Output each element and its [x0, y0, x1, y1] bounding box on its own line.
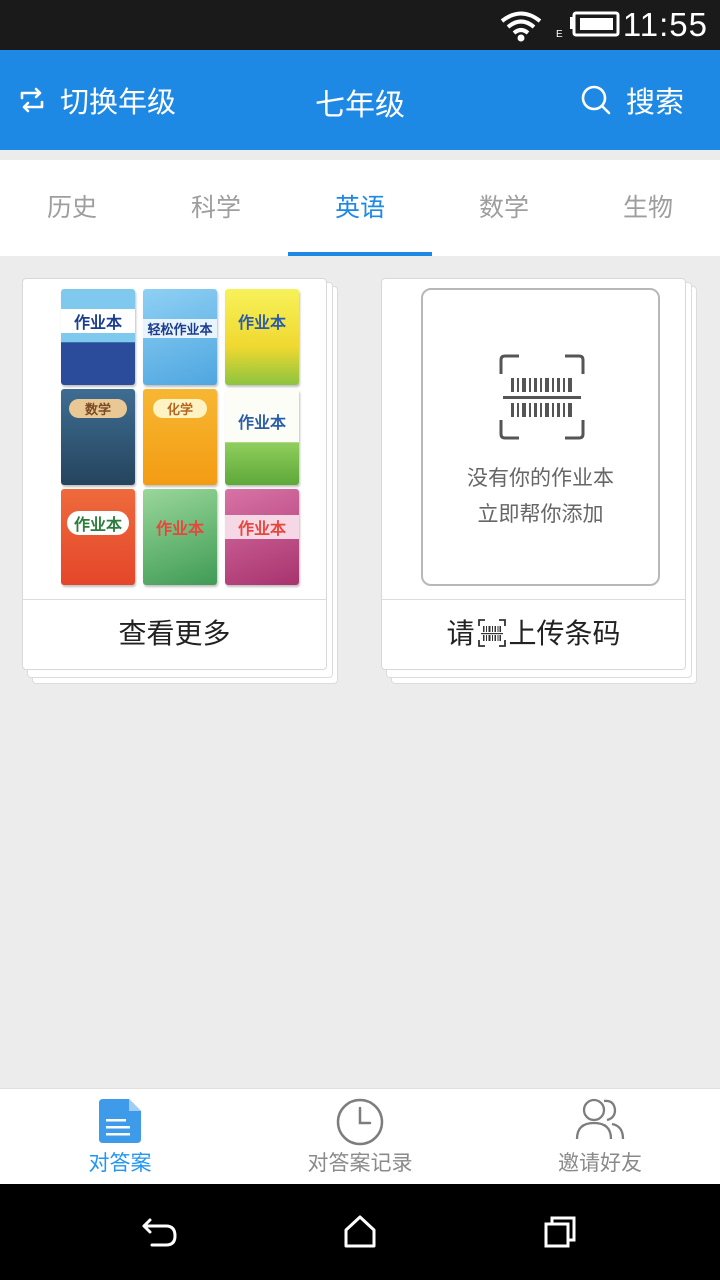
back-icon[interactable] — [140, 1212, 180, 1252]
system-nav-bar — [0, 1184, 720, 1280]
nav-check-answers-label: 对答案 — [88, 1151, 152, 1175]
book-cover: 作业本 — [225, 489, 299, 585]
nav-check-answers[interactable]: 对答案 — [0, 1089, 240, 1184]
tab-english[interactable]: 英语 — [288, 160, 432, 256]
book-cover: 化学 — [143, 389, 217, 485]
add-homework-hint: 没有你的作业本 立即帮你添加 — [423, 460, 658, 532]
nav-answer-history[interactable]: 对答案记录 — [240, 1089, 480, 1184]
nav-invite-friends-label: 邀请好友 — [558, 1151, 642, 1175]
hint-line-1: 没有你的作业本 — [467, 466, 614, 490]
nav-answer-history-label: 对答案记录 — [307, 1151, 413, 1175]
search-icon — [581, 85, 611, 115]
upload-barcode-button[interactable]: 请 上传条码 — [382, 599, 685, 669]
status-bar: E 11:55 — [0, 0, 720, 50]
book-cover: 作业本 — [61, 289, 135, 385]
upload-prefix: 请 — [446, 617, 475, 650]
upload-suffix: 上传条码 — [508, 617, 621, 650]
upload-barcode-card-front[interactable]: 没有你的作业本 立即帮你添加 请 上传条码 — [381, 278, 686, 670]
book-cover: 作业本 — [225, 289, 299, 385]
subject-tabs: 历史 科学 英语 数学 生物 — [0, 160, 720, 256]
tab-math[interactable]: 数学 — [432, 160, 576, 256]
recents-icon[interactable] — [540, 1212, 580, 1252]
tab-biology[interactable]: 生物 — [576, 160, 720, 256]
book-cover: 作业本 — [61, 489, 135, 585]
bottom-nav: 对答案 对答案记录 邀请好友 — [0, 1088, 720, 1184]
book-cover: 作业本 — [143, 489, 217, 585]
book-cover: 作业本 — [225, 389, 299, 485]
search-button[interactable]: 搜索 — [580, 80, 684, 120]
book-cover: 轻松作业本 — [143, 289, 217, 385]
svg-text:E: E — [556, 29, 563, 39]
tab-history[interactable]: 历史 — [0, 160, 144, 256]
home-icon[interactable] — [340, 1212, 380, 1252]
wifi-icon — [500, 11, 542, 42]
book-cover: 数学 — [61, 389, 135, 485]
add-homework-box[interactable]: 没有你的作业本 立即帮你添加 — [421, 288, 660, 586]
tab-science[interactable]: 科学 — [144, 160, 288, 256]
nav-invite-friends[interactable]: 邀请好友 — [480, 1089, 720, 1184]
friends-icon — [575, 1098, 625, 1140]
view-more-button[interactable]: 查看更多 — [23, 599, 326, 669]
barcode-scan-icon — [499, 354, 585, 440]
app-header: 切换年级 七年级 搜索 — [0, 50, 720, 150]
view-more-card-front[interactable]: 作业本 轻松作业本 作业本 数学 化学 作业本 作业本 作业本 作业本 查看更多 — [22, 278, 327, 670]
clock-time: 11:55 — [622, 6, 708, 43]
book-cover-grid: 作业本 轻松作业本 作业本 数学 化学 作业本 作业本 作业本 作业本 — [61, 289, 301, 589]
document-icon — [99, 1099, 141, 1143]
hint-line-2: 立即帮你添加 — [477, 502, 604, 526]
view-more-card[interactable]: 作业本 轻松作业本 作业本 数学 化学 作业本 作业本 作业本 作业本 查看更多 — [22, 278, 338, 684]
clock-icon — [336, 1098, 384, 1146]
battery-icon: E — [556, 11, 620, 39]
search-label: 搜索 — [625, 85, 684, 119]
mini-barcode-icon — [477, 619, 506, 647]
upload-barcode-card[interactable]: 没有你的作业本 立即帮你添加 请 上传条码 — [381, 278, 697, 684]
